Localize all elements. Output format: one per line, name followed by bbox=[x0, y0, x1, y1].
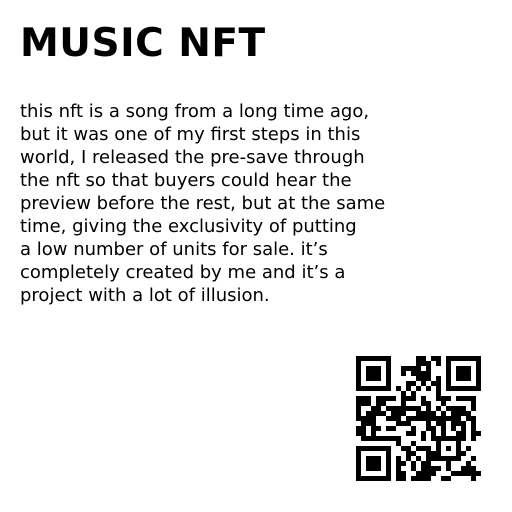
description-line: completely created by me and it’s a bbox=[20, 262, 346, 283]
page-title: MUSIC NFT bbox=[20, 21, 266, 66]
nft-description: this nft is a song from a long time ago,… bbox=[20, 100, 490, 307]
qr-code[interactable] bbox=[356, 356, 481, 481]
description-line: the nft so that buyers could hear the bbox=[20, 170, 352, 191]
description-line: preview before the rest, but at the same bbox=[20, 193, 386, 214]
description-line: this nft is a song from a long time ago, bbox=[20, 101, 370, 122]
qr-code-icon bbox=[356, 356, 481, 481]
description-line: time, giving the exclusivity of putting bbox=[20, 216, 357, 237]
description-line: world, I released the pre-save through bbox=[20, 147, 365, 168]
description-line: but it was one of my first steps in this bbox=[20, 124, 361, 145]
description-line: project with a lot of illusion. bbox=[20, 285, 270, 306]
description-line: a low number of units for sale. it’s bbox=[20, 239, 328, 260]
